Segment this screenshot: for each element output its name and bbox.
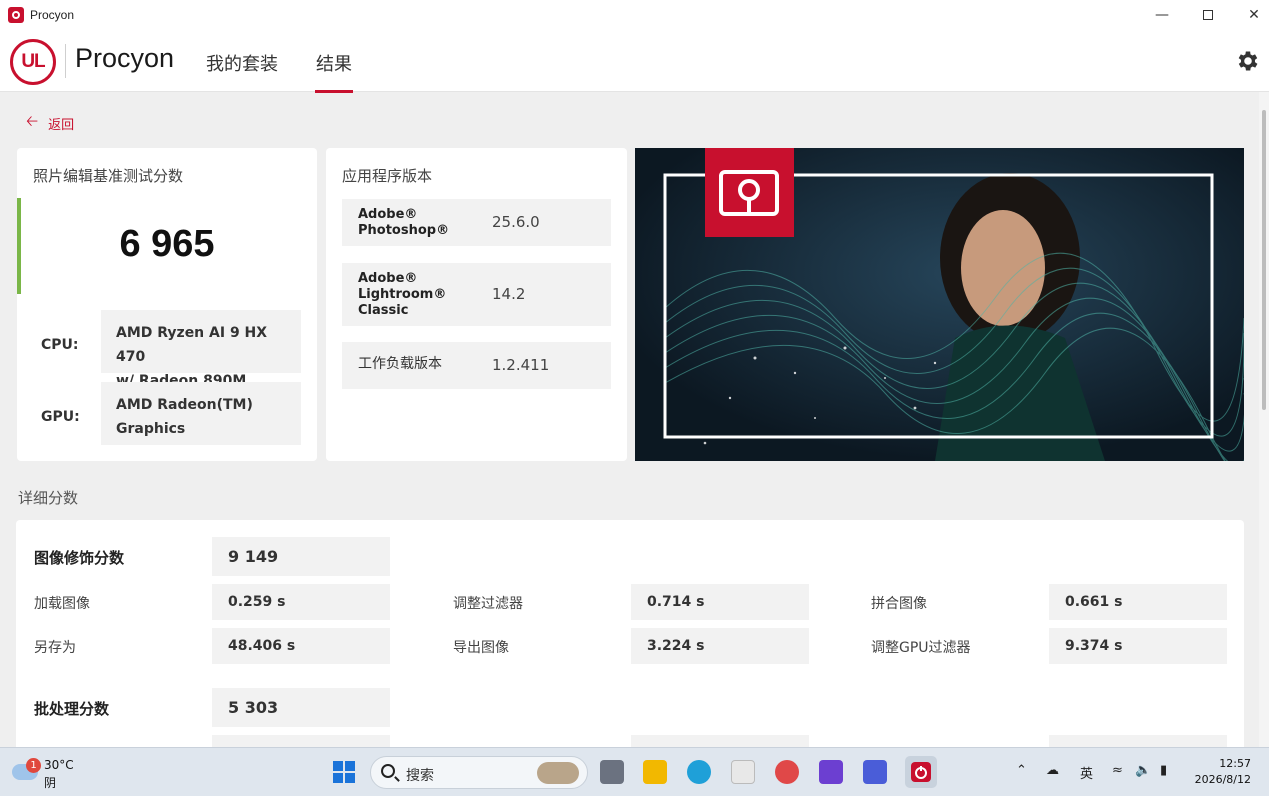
version-name-line: Adobe®: [358, 271, 418, 286]
close-button[interactable]: ✕: [1231, 0, 1269, 30]
app-blue-icon[interactable]: [863, 760, 887, 784]
version-card-title: 应用程序版本: [342, 167, 433, 185]
retouch-score-title: 图像修饰分数: [34, 549, 125, 567]
task-view-icon[interactable]: [600, 760, 624, 784]
brand-name: Procyon: [75, 43, 175, 73]
metric-label: 调整过滤器: [453, 596, 523, 612]
gpu-value: AMD Radeon(TM) Graphics: [101, 382, 301, 445]
version-name-line: Adobe®: [358, 207, 418, 222]
back-link[interactable]: 🡠 返回: [26, 111, 74, 136]
settings-gear-icon[interactable]: [1235, 48, 1261, 74]
metric-label: 另存为: [34, 640, 76, 656]
banner-illustration: [635, 148, 1244, 461]
score-card-title: 照片编辑基准测试分数: [33, 167, 184, 185]
batch-score-title: 批处理分数: [34, 700, 110, 718]
minimize-button[interactable]: —: [1139, 0, 1185, 30]
metric-label: 导出图像: [453, 640, 509, 656]
app-header: UL Procyon 我的套装 结果: [0, 30, 1269, 93]
notification-badge: 1: [26, 758, 41, 773]
batch-score-value: 5 303: [212, 688, 390, 727]
detail-scores-title: 详细分数: [18, 489, 79, 507]
metric-value: 0.259 s: [212, 584, 390, 620]
app-version-card: 应用程序版本 Adobe® Photoshop® 25.6.0 Adobe® L…: [326, 148, 627, 461]
window-title: Procyon: [30, 8, 75, 22]
retouch-score-value: 9 149: [212, 537, 390, 576]
gpu-label: GPU:: [41, 409, 80, 425]
metric-label: 拼合图像: [871, 596, 927, 612]
version-name: Adobe® Photoshop®: [358, 207, 449, 239]
back-label: 返回: [48, 118, 75, 133]
title-bar: Procyon — ✕: [0, 0, 1269, 30]
file-explorer-icon[interactable]: [643, 760, 667, 784]
maximize-icon: [1203, 10, 1213, 20]
version-name-line: 工作负载版本: [358, 356, 442, 372]
arrow-left-icon: 🡠: [26, 112, 39, 130]
detail-scores-panel: 图像修饰分数 9 149 加载图像 0.259 s 调整过滤器 0.714 s …: [16, 520, 1244, 760]
maximize-button[interactable]: [1185, 0, 1231, 30]
procyon-taskbar-icon: [911, 762, 931, 782]
system-clock[interactable]: 12:57 2026/8/12: [1195, 756, 1251, 788]
windows-taskbar: 1 30°C 阴 搜索 ⌃ ☁ 英 ≈ 🔈 ▮ 12:57 2026/8/12: [0, 747, 1269, 796]
cpu-value-line1: AMD Ryzen AI 9 HX 470: [116, 325, 268, 365]
volume-icon[interactable]: 🔈: [1135, 763, 1151, 778]
version-row-lightroom: Adobe® Lightroom® Classic 14.2: [342, 263, 611, 326]
metric-value: 0.714 s: [631, 584, 809, 620]
app-purple-icon[interactable]: [819, 760, 843, 784]
wifi-icon[interactable]: ≈: [1112, 763, 1123, 778]
version-name-line: Photoshop®: [358, 223, 450, 238]
version-value: 14.2: [492, 285, 526, 303]
scrollbar-thumb[interactable]: [1262, 110, 1266, 410]
cloud-sync-off-icon[interactable]: ☁: [1046, 763, 1059, 778]
metric-label: 调整GPU过滤器: [871, 640, 971, 656]
search-icon: [381, 764, 395, 778]
metric-label: 加载图像: [34, 596, 90, 612]
version-name-line: Lightroom®: [358, 287, 447, 302]
clock-time: 12:57: [1219, 757, 1251, 770]
tab-my-suites[interactable]: 我的套装: [206, 50, 278, 76]
clock-date: 2026/8/12: [1194, 773, 1251, 786]
weather-temperature: 30°C: [44, 758, 74, 772]
start-windows-icon[interactable]: [332, 760, 356, 784]
version-value: 25.6.0: [492, 213, 540, 231]
weather-widget[interactable]: 1 30°C 阴: [12, 756, 82, 790]
cpu-label: CPU:: [41, 337, 79, 353]
search-highlight-image: [537, 762, 579, 784]
ime-indicator[interactable]: 英: [1080, 763, 1093, 782]
photo-editing-banner-image: [635, 148, 1244, 461]
tab-results[interactable]: 结果: [315, 50, 353, 93]
gpu-value-line2: Graphics: [116, 421, 186, 437]
procyon-app-icon: [8, 7, 24, 23]
microsoft-store-icon[interactable]: [731, 760, 755, 784]
metric-value: 0.661 s: [1049, 584, 1227, 620]
taskbar-search-box[interactable]: 搜索: [370, 756, 588, 789]
edge-browser-icon[interactable]: [687, 760, 711, 784]
ul-logo: UL: [10, 39, 56, 85]
version-name-line: Classic: [358, 303, 409, 318]
vertical-scrollbar[interactable]: [1259, 92, 1269, 747]
overall-score: 6 965: [119, 223, 215, 265]
search-placeholder: 搜索: [406, 768, 434, 784]
logo-divider: [65, 44, 66, 78]
version-name: 工作负载版本: [358, 356, 442, 372]
battery-icon[interactable]: ▮: [1160, 763, 1167, 778]
weather-condition: 阴: [44, 776, 57, 790]
gpu-value-line1: AMD Radeon(TM): [116, 397, 253, 413]
app-red-icon[interactable]: [775, 760, 799, 784]
cpu-value: AMD Ryzen AI 9 HX 470 w/ Radeon 890M: [101, 310, 301, 389]
version-name: Adobe® Lightroom® Classic: [358, 271, 446, 319]
procyon-taskbar-button[interactable]: [905, 756, 937, 788]
version-row-workload: 工作负载版本 1.2.411: [342, 342, 611, 389]
version-row-photoshop: Adobe® Photoshop® 25.6.0: [342, 199, 611, 246]
metric-value: 3.224 s: [631, 628, 809, 664]
metric-value: 48.406 s: [212, 628, 390, 664]
benchmark-score-card: 照片编辑基准测试分数 6 965 CPU: AMD Ryzen AI 9 HX …: [17, 148, 317, 461]
chevron-up-icon[interactable]: ⌃: [1016, 763, 1027, 778]
version-value: 1.2.411: [492, 356, 550, 374]
metric-value: 9.374 s: [1049, 628, 1227, 664]
